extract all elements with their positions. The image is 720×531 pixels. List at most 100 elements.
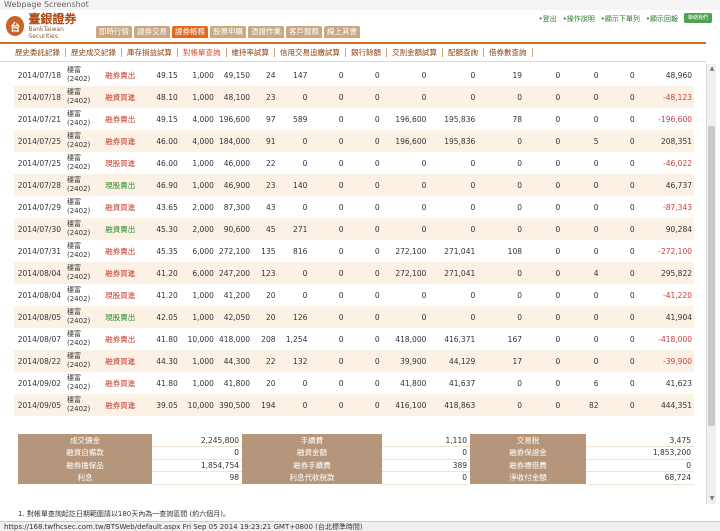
summary-label: 融資自備款 <box>18 446 152 459</box>
cell-c8: 0 <box>629 290 635 300</box>
cell-c4: 195,836 <box>444 114 476 124</box>
cell-c7: 0 <box>562 174 601 196</box>
nav-tab-3[interactable]: 股票申購 <box>210 26 246 38</box>
main-nav: 即時行情 證券交易 證券帳務 股票申購 憑證作業 客戶服務 線上其書 <box>96 26 362 38</box>
cell-price: 39.05 <box>152 394 180 416</box>
footnote: 1. 對帳單查詢起訖日期範圍請以180天內為一查詢區間 (約六個月)。 <box>18 510 230 518</box>
subnav-item-4[interactable]: 維持率試算 <box>227 48 275 57</box>
contact-button[interactable]: 聯絡我們 <box>684 13 712 23</box>
cell-amount: 42,050 <box>215 306 252 328</box>
cell-c5: 0 <box>517 290 522 300</box>
cell-c1: 0 <box>338 246 344 256</box>
cell-c1: 0 <box>338 202 344 212</box>
cell-c2: 0 <box>374 202 380 212</box>
cell-c3: 0 <box>421 158 427 168</box>
stock-cell: 穩富 (2402) <box>65 350 104 372</box>
stock-cell: 穩富 (2402) <box>65 196 103 218</box>
cell-c8: 0 <box>629 70 635 80</box>
cell-net: -418,000 <box>658 334 692 344</box>
scroll-thumb[interactable] <box>708 126 715 426</box>
cell-amount: 49,150 <box>223 70 250 80</box>
summary-row: 融資自備款 0 融資金額 0 融券保證金 1,853,200 <box>18 446 694 460</box>
cell-tax: 0 <box>277 262 310 284</box>
top-link-0[interactable]: •登出 <box>538 14 556 24</box>
cell-tax: 132 <box>277 350 310 372</box>
stock-name: 穩富 <box>67 352 81 360</box>
cell-c2: 0 <box>345 350 382 372</box>
subnav-item-7[interactable]: 交割金額試算 <box>387 48 443 57</box>
cell-c4: 0 <box>428 174 478 196</box>
cell-c3: 0 <box>421 70 427 80</box>
cell-c6: 0 <box>524 174 563 196</box>
table-row: 2014/08/04 穩富 (2402) 現股買進 41.20 1,000 41,200 20… <box>14 284 694 306</box>
cell-c7: 0 <box>562 218 601 240</box>
top-link-3[interactable]: •顯示回報 <box>646 14 678 24</box>
cell-c6: 0 <box>555 290 561 300</box>
trade-date: 2014/09/02 <box>17 378 61 388</box>
table-row: 2014/07/28 穩富 (2402) 現股賣出 46.90 1,000 46,900 23… <box>14 174 694 196</box>
summary-value: 0 <box>152 446 242 460</box>
cell-amount: 418,000 <box>218 334 250 344</box>
cell-c5: 0 <box>477 130 524 152</box>
cell-c4: 0 <box>470 158 476 168</box>
cell-c8: 0 <box>600 394 637 416</box>
stock-name: 穩富 <box>67 396 81 404</box>
vertical-scrollbar[interactable]: ▲ ▼ <box>706 64 716 504</box>
cell-tax: 0 <box>277 86 310 108</box>
cell-price: 41.80 <box>156 378 178 388</box>
stock-name: 穩富 <box>67 154 81 162</box>
top-link-2[interactable]: •顯示下單列 <box>601 14 640 24</box>
table-row: 2014/08/22 穩富 (2402) 融資買進 44.30 1,000 44,300 22… <box>14 350 694 372</box>
cell-c4: 0 <box>428 306 478 328</box>
cell-tax: 0 <box>302 290 308 300</box>
subnav-item-3[interactable]: 對帳單查詢 <box>178 48 227 57</box>
cell-tax: 0 <box>277 394 310 416</box>
table-row: 2014/07/25 穩富 (2402) 融券買進 46.00 4,000 184,000 9… <box>14 130 694 152</box>
cell-qty: 1,000 <box>179 174 216 196</box>
nav-tab-0[interactable]: 即時行情 <box>96 26 132 38</box>
trade-date: 2014/08/04 <box>14 262 65 284</box>
subnav-item-2[interactable]: 庫存損益試算 <box>122 48 178 57</box>
cell-amount: 46,000 <box>223 158 250 168</box>
cell-amount: 390,500 <box>215 394 252 416</box>
subnav-item-1[interactable]: 歷史成交記錄 <box>66 48 122 57</box>
cell-price: 46.00 <box>156 158 178 168</box>
logo[interactable]: 台 臺銀證券 BankTaiwan Securities <box>6 12 90 40</box>
cell-c2: 0 <box>345 86 382 108</box>
cell-price: 41.80 <box>156 334 178 344</box>
nav-tab-6[interactable]: 線上其書 <box>324 26 360 38</box>
stock-code: (2402) <box>67 273 91 281</box>
summary-label: 利息代收稅款 <box>242 471 382 484</box>
stock-cell: 穩富 (2402) <box>65 152 103 174</box>
cell-qty: 1,000 <box>192 70 214 80</box>
stock-cell: 穩富 (2402) <box>65 174 104 196</box>
nav-tab-2[interactable]: 證券帳務 <box>172 26 208 38</box>
cell-fee: 22 <box>252 350 278 372</box>
cell-c1: 0 <box>338 114 344 124</box>
cell-net: 46,737 <box>636 174 694 196</box>
stock-cell: 穩富 (2402) <box>65 306 104 328</box>
cell-amount: 87,300 <box>223 202 250 212</box>
subnav-item-5[interactable]: 信用交易追繳試算 <box>275 48 346 57</box>
nav-tab-1[interactable]: 證券交易 <box>134 26 170 38</box>
cell-c2: 0 <box>374 246 380 256</box>
subnav-item-9[interactable]: 借券數查詢 <box>484 48 533 57</box>
subnav-item-0[interactable]: 歷史委託記錄 <box>10 48 66 57</box>
cell-c2: 0 <box>345 306 382 328</box>
nav-tab-5[interactable]: 客戶服務 <box>286 26 322 38</box>
scroll-up-icon[interactable]: ▲ <box>707 64 717 74</box>
trade-date: 2014/08/07 <box>17 334 61 344</box>
top-link-1[interactable]: •操作說明 <box>563 14 595 24</box>
nav-tab-4[interactable]: 憑證作業 <box>248 26 284 38</box>
cell-price: 41.20 <box>152 262 180 284</box>
cell-fee: 22 <box>265 158 276 168</box>
scroll-down-icon[interactable]: ▼ <box>707 494 717 504</box>
logo-english: BankTaiwan Securities <box>28 25 64 40</box>
summary-value: 0 <box>382 471 470 485</box>
cell-qty: 4,000 <box>192 114 214 124</box>
subnav-item-6[interactable]: 銀行餘額 <box>346 48 387 57</box>
cell-c2: 0 <box>374 114 380 124</box>
cell-net: -41,220 <box>663 290 692 300</box>
subnav-item-8[interactable]: 配額查詢 <box>443 48 484 57</box>
cell-c4: 0 <box>470 202 476 212</box>
